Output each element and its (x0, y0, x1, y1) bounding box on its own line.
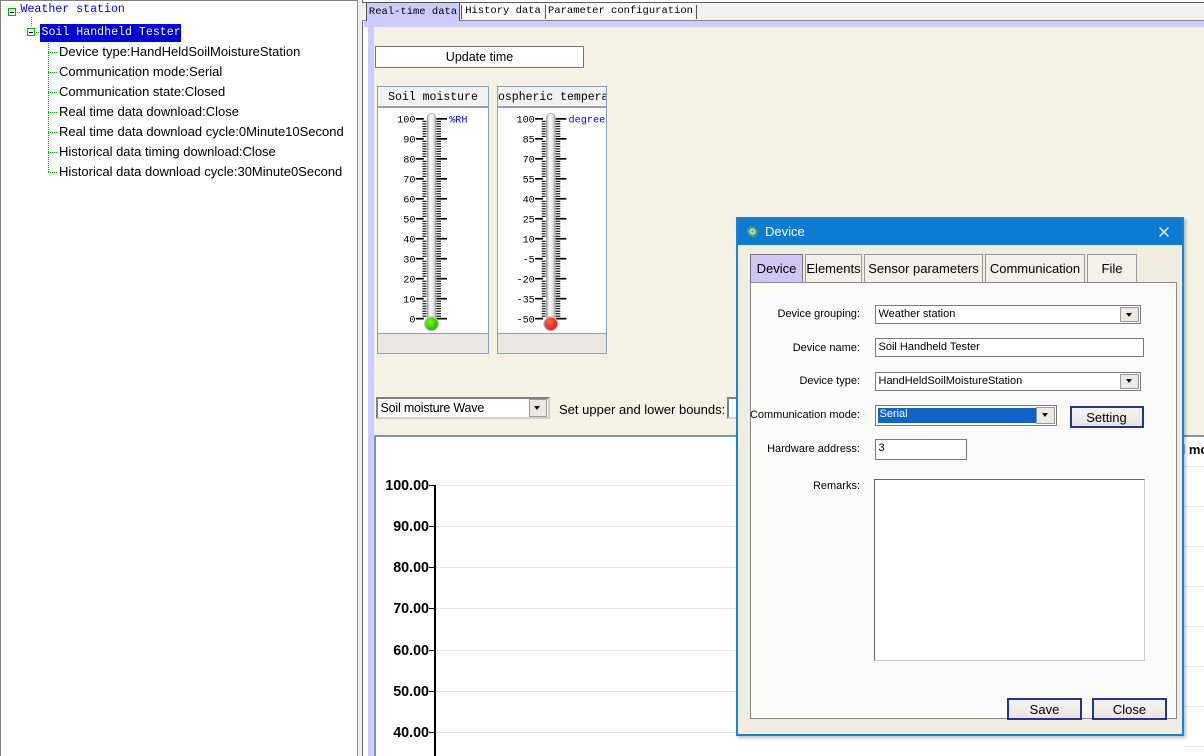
svg-text:80: 80 (403, 156, 415, 167)
svg-text:10: 10 (523, 236, 535, 247)
svg-text:60: 60 (403, 196, 415, 207)
svg-text:-35: -35 (516, 296, 534, 307)
svg-text:40: 40 (523, 196, 535, 207)
svg-text:-50: -50 (516, 316, 534, 327)
svg-text:30: 30 (403, 256, 415, 267)
svg-text:25: 25 (523, 216, 535, 227)
svg-text:-5: -5 (523, 256, 535, 267)
svg-text:100: 100 (516, 116, 534, 127)
svg-text:-20: -20 (516, 276, 534, 287)
svg-text:85: 85 (523, 136, 535, 147)
svg-text:70: 70 (523, 156, 535, 167)
svg-text:40: 40 (403, 236, 415, 247)
svg-text:90: 90 (403, 136, 415, 147)
svg-text:10: 10 (403, 296, 415, 307)
svg-text:20: 20 (403, 276, 415, 287)
svg-text:100: 100 (397, 116, 415, 127)
svg-text:degree: degree (569, 115, 606, 127)
svg-text:%RH: %RH (449, 116, 467, 127)
svg-text:55: 55 (523, 176, 535, 187)
svg-text:50: 50 (403, 216, 415, 227)
svg-text:70: 70 (403, 176, 415, 187)
svg-text:0: 0 (409, 316, 415, 327)
